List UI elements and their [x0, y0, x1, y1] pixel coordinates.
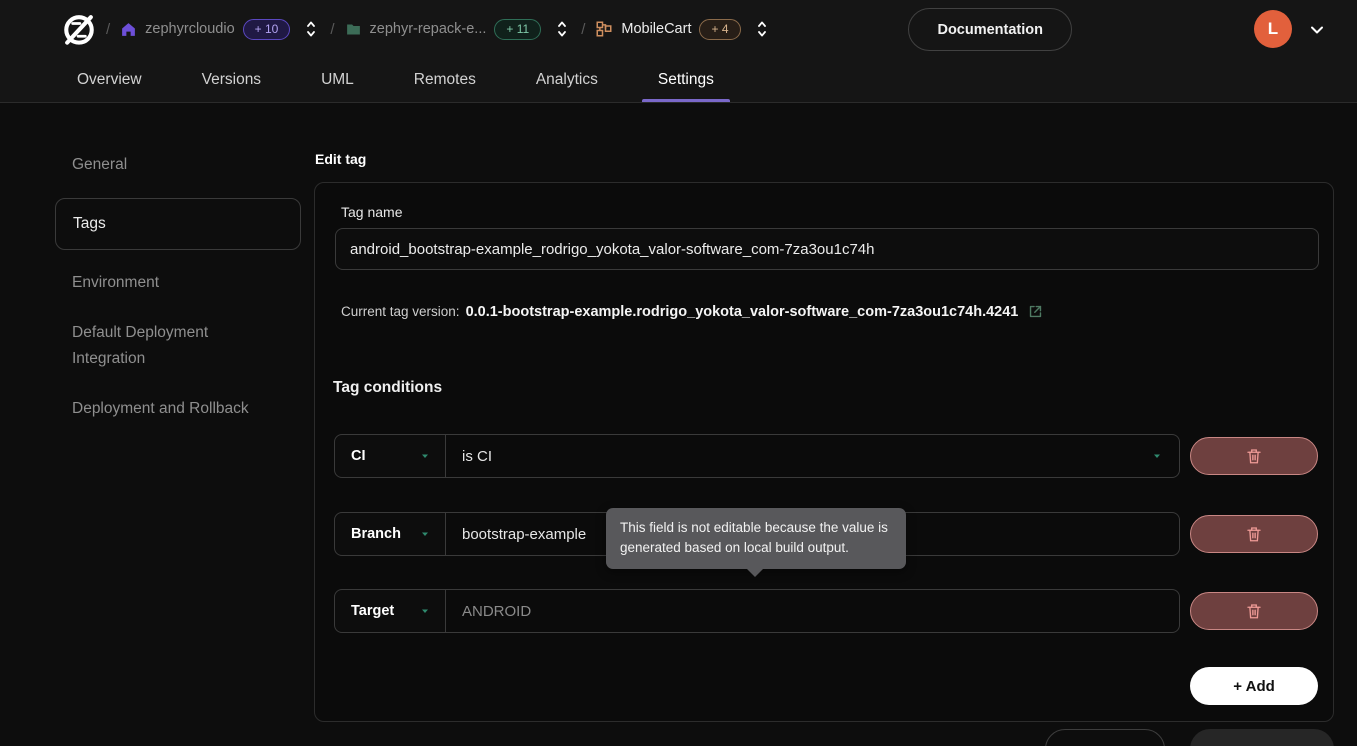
documentation-button[interactable]: Documentation — [908, 8, 1072, 51]
condition-key-select-target[interactable]: Target — [334, 589, 446, 633]
tag-name-input[interactable] — [335, 228, 1319, 270]
sidebar-item-tags[interactable]: Tags — [55, 198, 301, 250]
trash-icon — [1245, 447, 1263, 465]
condition-value-label: bootstrap-example — [462, 526, 586, 543]
tag-name-label: Tag name — [341, 204, 402, 220]
breadcrumb-separator: / — [106, 21, 110, 38]
tab-overview[interactable]: Overview — [63, 57, 156, 102]
main-nav-tabs: Overview Versions UML Remotes Analytics … — [63, 57, 760, 102]
app-switcher-icon[interactable] — [753, 17, 771, 41]
app-header: / zephyrcloudio + 10 / — [0, 0, 1357, 103]
user-avatar[interactable]: L — [1254, 10, 1292, 48]
home-icon — [120, 21, 137, 38]
settings-sidebar: General Tags Environment Default Deploym… — [55, 104, 301, 434]
sidebar-item-environment[interactable]: Environment — [55, 258, 301, 308]
breadcrumb-project-label: zephyr-repack-e... — [370, 21, 487, 37]
app-count-badge: + 4 — [699, 19, 740, 40]
trash-icon — [1245, 602, 1263, 620]
breadcrumb-project[interactable]: zephyr-repack-e... + 11 — [345, 19, 542, 40]
breadcrumb-separator: / — [330, 21, 334, 38]
condition-key-label: CI — [351, 448, 366, 464]
condition-row: Target ANDROID — [315, 589, 1333, 633]
condition-value-label: ANDROID — [462, 603, 531, 620]
project-switcher-icon[interactable] — [553, 17, 571, 41]
sidebar-item-deployment-and-rollback[interactable]: Deployment and Rollback — [55, 384, 301, 434]
org-switcher-icon[interactable] — [302, 17, 320, 41]
tab-remotes[interactable]: Remotes — [400, 57, 490, 102]
condition-key-label: Target — [351, 603, 394, 619]
add-condition-button[interactable]: + Add — [1190, 667, 1318, 705]
condition-key-select-branch[interactable]: Branch — [334, 512, 446, 556]
current-tag-version-value: 0.0.1-bootstrap-example.rodrigo_yokota_v… — [466, 304, 1019, 320]
delete-condition-button[interactable] — [1190, 437, 1318, 475]
breadcrumb-app[interactable]: MobileCart + 4 — [595, 19, 740, 40]
sidebar-item-general[interactable]: General — [55, 140, 301, 190]
project-count-badge: + 11 — [494, 19, 541, 40]
field-not-editable-tooltip: This field is not editable because the v… — [606, 508, 906, 569]
current-tag-version-label: Current tag version: — [341, 304, 460, 319]
caret-down-icon — [419, 605, 431, 617]
sidebar-item-default-deployment-integration[interactable]: Default Deployment Integration — [55, 308, 275, 384]
footer-outline-button[interactable] — [1045, 729, 1165, 746]
user-menu-chevron-down-icon[interactable] — [1307, 20, 1327, 40]
trash-icon — [1245, 525, 1263, 543]
breadcrumb-separator: / — [581, 21, 585, 38]
hierarchy-icon — [595, 20, 613, 38]
caret-down-icon — [419, 450, 431, 462]
delete-condition-button[interactable] — [1190, 515, 1318, 553]
tab-analytics[interactable]: Analytics — [522, 57, 612, 102]
breadcrumb: / zephyrcloudio + 10 / — [106, 0, 771, 58]
caret-down-icon — [419, 528, 431, 540]
condition-value-select-ci[interactable]: is CI — [445, 434, 1180, 478]
caret-down-icon — [1151, 450, 1163, 462]
breadcrumb-app-label: MobileCart — [621, 21, 691, 37]
tooltip-arrow — [746, 568, 764, 577]
condition-key-label: Branch — [351, 526, 401, 542]
external-link-icon[interactable] — [1027, 303, 1044, 320]
footer-filled-button[interactable] — [1190, 729, 1334, 746]
condition-key-select-ci[interactable]: CI — [334, 434, 446, 478]
breadcrumb-org-label: zephyrcloudio — [145, 21, 234, 37]
tab-versions[interactable]: Versions — [188, 57, 275, 102]
tab-settings[interactable]: Settings — [644, 57, 728, 102]
tag-conditions-title: Tag conditions — [333, 379, 442, 397]
current-tag-version: Current tag version: 0.0.1-bootstrap-exa… — [341, 303, 1044, 320]
tab-uml[interactable]: UML — [307, 57, 368, 102]
condition-row: CI is CI — [315, 434, 1333, 478]
page-title: Edit tag — [315, 151, 366, 167]
zephyr-logo-icon[interactable] — [59, 9, 99, 49]
breadcrumb-org[interactable]: zephyrcloudio + 10 — [120, 19, 290, 40]
tooltip-text: This field is not editable because the v… — [620, 520, 888, 555]
org-count-badge: + 10 — [243, 19, 291, 40]
edit-tag-card: Tag name Current tag version: 0.0.1-boot… — [314, 182, 1334, 722]
delete-condition-button[interactable] — [1190, 592, 1318, 630]
condition-value-label: is CI — [462, 448, 492, 465]
condition-value-input-target: ANDROID — [445, 589, 1180, 633]
app-window: / zephyrcloudio + 10 / — [0, 0, 1357, 746]
top-bar: / zephyrcloudio + 10 / — [0, 0, 1357, 58]
folder-icon — [345, 21, 362, 38]
